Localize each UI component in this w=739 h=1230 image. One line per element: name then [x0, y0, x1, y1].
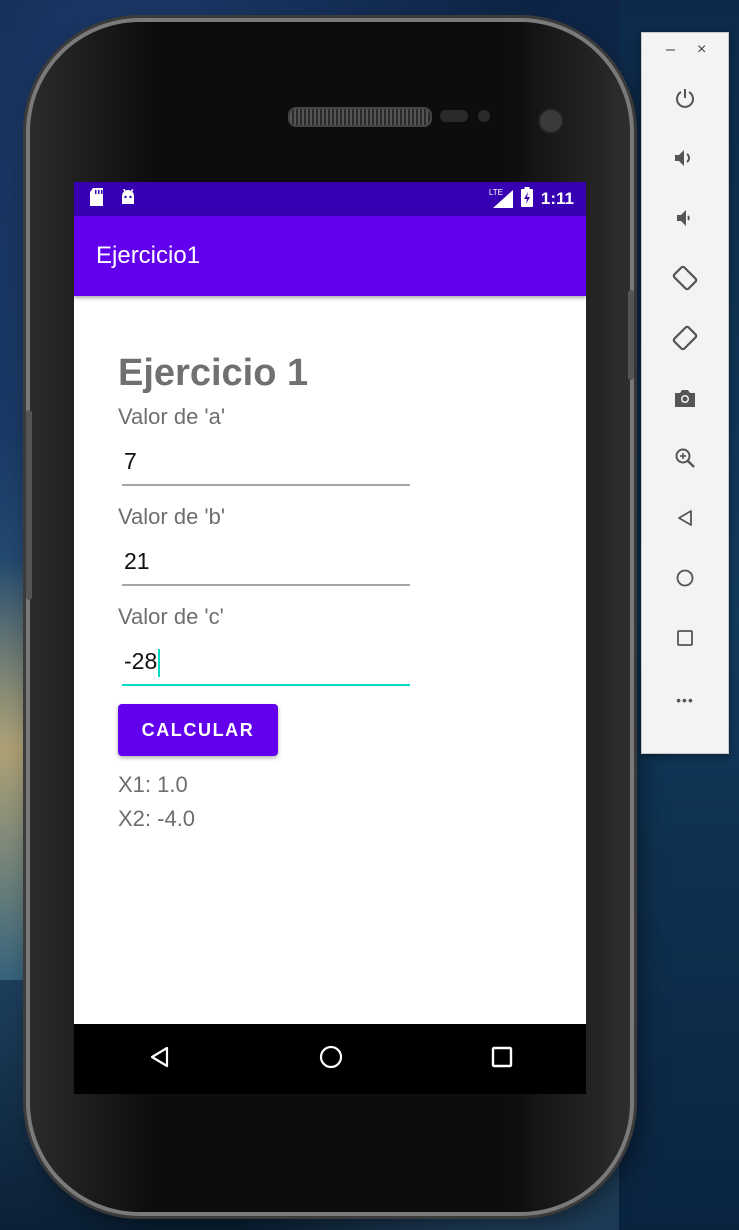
page-title: Ejercicio 1	[118, 352, 309, 394]
rotate-left-icon	[672, 265, 698, 296]
c-value: -28	[124, 648, 158, 674]
a-input[interactable]: 7	[122, 442, 410, 486]
status-time: 1:11	[540, 189, 574, 208]
app-bar: Ejercicio1	[74, 216, 586, 296]
back-icon[interactable]	[147, 1045, 171, 1074]
b-value: 21	[124, 548, 150, 574]
a-value: 7	[124, 448, 137, 474]
status-bar: LTE 1:11	[74, 182, 586, 216]
network-type-label: LTE	[488, 188, 503, 197]
power-button[interactable]	[664, 79, 706, 121]
emulator-back-button[interactable]	[664, 499, 706, 541]
power-icon	[674, 87, 696, 114]
b-label: Valor de 'b'	[118, 504, 226, 529]
zoom-button[interactable]	[664, 439, 706, 481]
emulator-home-button[interactable]	[664, 559, 706, 601]
c-label: Valor de 'c'	[118, 604, 224, 629]
earpiece-speaker	[288, 107, 432, 127]
emulator-window-controls: – ×	[642, 41, 728, 65]
volume-down-button[interactable]	[664, 199, 706, 241]
rotate-right-button[interactable]	[664, 319, 706, 361]
c-input[interactable]: -28	[122, 642, 410, 686]
volume-up-icon	[673, 147, 697, 174]
camera-icon	[673, 388, 697, 413]
emulator-overview-button[interactable]	[664, 619, 706, 661]
battery-charging-icon	[520, 186, 533, 212]
c-value-wrapper: -28	[124, 648, 161, 677]
volume-up-button[interactable]	[664, 139, 706, 181]
result-x2: X2: -4.0	[118, 806, 196, 831]
rotate-right-icon	[672, 325, 698, 356]
more-icon: •••	[676, 692, 694, 708]
android-icon	[120, 187, 136, 210]
app-bar-title: Ejercicio1	[96, 242, 201, 269]
device-screen: LTE 1:11 Ejercicio1 Ejercicio 1 Valor de…	[74, 182, 586, 1094]
volume-rocker[interactable]	[26, 410, 32, 600]
power-side-button[interactable]	[628, 290, 634, 380]
screenshot-button[interactable]	[664, 379, 706, 421]
more-button[interactable]: •••	[664, 679, 706, 721]
calculate-button[interactable]: CALCULAR	[118, 704, 278, 756]
navigation-bar	[74, 1024, 586, 1094]
text-cursor	[158, 648, 161, 677]
back-icon	[675, 508, 695, 533]
minimize-button[interactable]: –	[666, 41, 675, 59]
b-input[interactable]: 21	[122, 542, 410, 586]
a-label: Valor de 'a'	[118, 404, 226, 429]
result-x1: X1: 1.0	[118, 772, 188, 797]
emulator-toolbar: – × •••	[641, 32, 729, 754]
front-camera	[538, 108, 564, 134]
zoom-icon	[674, 447, 696, 474]
light-sensor	[478, 110, 490, 122]
recents-icon[interactable]	[491, 1046, 513, 1073]
overview-icon	[675, 628, 695, 653]
sd-card-icon	[90, 187, 106, 211]
proximity-sensor	[440, 110, 468, 122]
rotate-left-button[interactable]	[664, 259, 706, 301]
close-button[interactable]: ×	[697, 41, 706, 59]
volume-down-icon	[674, 207, 696, 234]
home-icon	[675, 568, 695, 593]
lte-signal-icon: LTE	[488, 188, 513, 208]
home-icon[interactable]	[318, 1044, 344, 1075]
